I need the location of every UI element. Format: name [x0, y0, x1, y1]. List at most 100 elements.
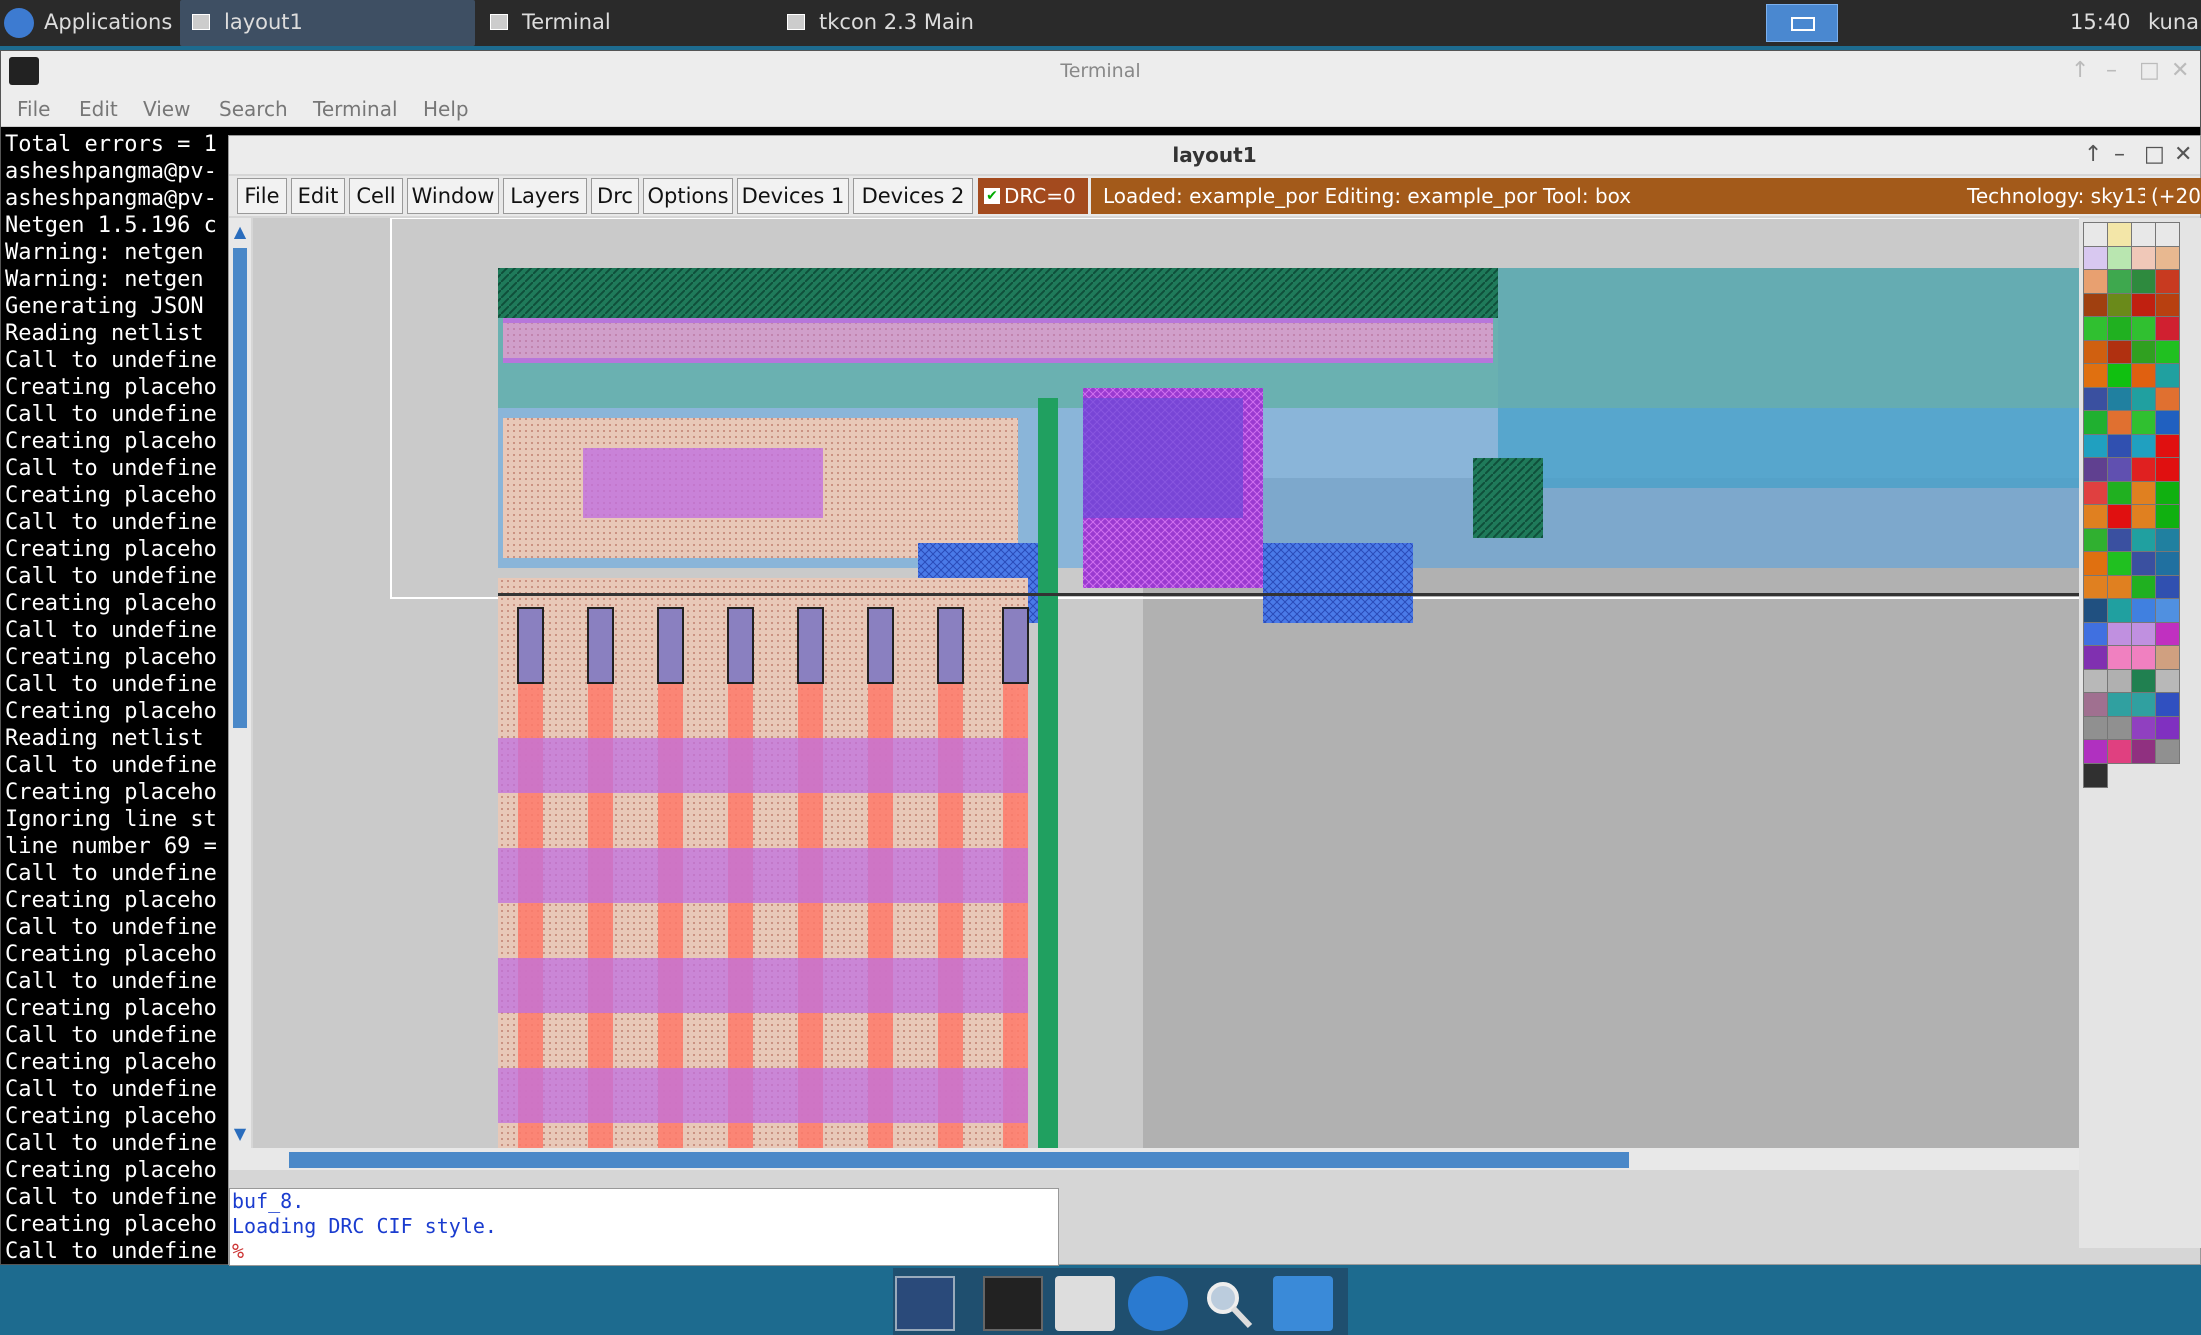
layer-swatch[interactable] — [2083, 457, 2108, 482]
layer-swatch[interactable] — [2131, 574, 2156, 600]
layer-swatch[interactable] — [2083, 433, 2108, 459]
layer-swatch[interactable] — [2083, 269, 2108, 294]
menu-cell[interactable]: Cell — [349, 178, 403, 214]
layer-swatch[interactable] — [2155, 457, 2180, 482]
menu-terminal[interactable]: Terminal — [313, 97, 398, 121]
menu-window[interactable]: Window — [407, 178, 499, 214]
terminal-output[interactable]: Total errors = 1 asheshpangma@pv-asheshpa… — [5, 131, 245, 1261]
layer-swatch[interactable] — [2131, 269, 2156, 294]
layer-swatch[interactable] — [2155, 715, 2180, 741]
layer-swatch[interactable] — [2083, 316, 2108, 341]
layer-swatch[interactable] — [2107, 363, 2132, 388]
layer-swatch[interactable] — [2107, 715, 2132, 741]
user-menu[interactable]: kunal — [2148, 0, 2201, 46]
layer-swatch[interactable] — [2131, 339, 2156, 365]
layer-swatch[interactable] — [2107, 339, 2132, 365]
web-browser-icon[interactable] — [1128, 1276, 1188, 1331]
layer-swatch[interactable] — [2107, 621, 2132, 647]
layer-swatch[interactable] — [2083, 739, 2108, 764]
layer-swatch[interactable] — [2131, 245, 2156, 271]
layer-swatch[interactable] — [2083, 222, 2108, 247]
layer-swatch[interactable] — [2155, 551, 2180, 576]
scroll-thumb[interactable] — [233, 248, 247, 728]
minimize-icon[interactable]: – — [2106, 51, 2117, 91]
layer-swatch[interactable] — [2107, 292, 2132, 318]
minimize-icon[interactable]: – — [2114, 136, 2125, 174]
layer-swatch[interactable] — [2083, 527, 2108, 553]
layer-swatch[interactable] — [2107, 551, 2132, 576]
layer-swatch[interactable] — [2083, 715, 2108, 741]
layer-swatch[interactable] — [2083, 621, 2108, 647]
layer-swatch[interactable] — [2107, 433, 2132, 459]
layer-swatch[interactable] — [2131, 222, 2156, 247]
layer-swatch[interactable] — [2107, 457, 2132, 482]
layer-swatch[interactable] — [2155, 410, 2180, 435]
layer-swatch[interactable] — [2083, 668, 2108, 694]
layer-swatch[interactable] — [2083, 504, 2108, 529]
layer-swatch[interactable] — [2107, 316, 2132, 341]
clock[interactable]: 15:40 — [2070, 0, 2131, 46]
layer-swatch[interactable] — [2131, 715, 2156, 741]
menu-file[interactable]: File — [237, 178, 287, 214]
layer-swatch[interactable] — [2131, 504, 2156, 529]
layer-swatch[interactable] — [2107, 386, 2132, 412]
layer-swatch[interactable] — [2083, 292, 2108, 318]
menu-search[interactable]: Search — [219, 97, 288, 121]
workspace-switcher[interactable] — [1766, 4, 1838, 42]
maximize-icon[interactable]: □ — [2144, 136, 2165, 174]
layer-swatch[interactable] — [2107, 739, 2132, 764]
layer-swatch[interactable] — [2131, 457, 2156, 482]
taskbar-item-terminal[interactable]: Terminal — [478, 0, 768, 46]
menu-view[interactable]: View — [143, 97, 190, 121]
menu-help[interactable]: Help — [423, 97, 469, 121]
layer-swatch[interactable] — [2155, 574, 2180, 600]
layer-swatch[interactable] — [2107, 480, 2132, 506]
layer-swatch[interactable] — [2155, 222, 2180, 247]
layer-swatch[interactable] — [2155, 668, 2180, 694]
menu-drc[interactable]: Drc — [591, 178, 639, 214]
layer-swatch[interactable] — [2107, 527, 2132, 553]
layer-swatch[interactable] — [2131, 410, 2156, 435]
console-prompt[interactable]: % — [232, 1239, 1058, 1264]
layer-swatch[interactable] — [2155, 386, 2180, 412]
layer-swatch[interactable] — [2107, 692, 2132, 717]
taskbar-item-tkcon[interactable]: tkcon 2.3 Main — [775, 0, 1075, 46]
horizontal-scrollbar[interactable] — [229, 1148, 2079, 1170]
layer-swatch[interactable] — [2155, 363, 2180, 388]
layer-swatch[interactable] — [2107, 222, 2132, 247]
show-desktop-icon[interactable] — [895, 1276, 955, 1331]
layer-swatch[interactable] — [2107, 504, 2132, 529]
layer-swatch[interactable] — [2155, 645, 2180, 670]
layer-swatch[interactable] — [2083, 598, 2108, 623]
layer-swatch[interactable] — [2155, 692, 2180, 717]
layer-swatch[interactable] — [2155, 739, 2180, 764]
layer-swatch[interactable] — [2155, 269, 2180, 294]
menu-edit[interactable]: Edit — [79, 97, 118, 121]
layer-swatch[interactable] — [2131, 692, 2156, 717]
layer-swatch[interactable] — [2155, 527, 2180, 553]
layer-swatch[interactable] — [2083, 692, 2108, 717]
layer-swatch[interactable] — [2107, 598, 2132, 623]
layer-swatch[interactable] — [2155, 339, 2180, 365]
home-folder-icon[interactable] — [1055, 1276, 1115, 1331]
taskbar-item-layout1[interactable]: layout1 — [180, 0, 475, 46]
layer-swatch[interactable] — [2083, 386, 2108, 412]
layer-swatch[interactable] — [2155, 621, 2180, 647]
layer-swatch[interactable] — [2083, 574, 2108, 600]
scroll-down-icon[interactable]: ▼ — [231, 1124, 249, 1144]
layer-swatch[interactable] — [2131, 645, 2156, 670]
layer-swatch[interactable] — [2083, 339, 2108, 365]
layer-swatch[interactable] — [2083, 245, 2108, 271]
layer-swatch[interactable] — [2083, 363, 2108, 388]
menu-devices-1[interactable]: Devices 1 — [737, 178, 849, 214]
layer-swatch[interactable] — [2083, 762, 2108, 788]
layer-swatch[interactable] — [2131, 621, 2156, 647]
layer-swatch[interactable] — [2131, 668, 2156, 694]
layer-swatch[interactable] — [2107, 245, 2132, 271]
layer-swatch[interactable] — [2131, 316, 2156, 341]
layer-swatch[interactable] — [2107, 269, 2132, 294]
shade-icon[interactable]: ↑ — [2084, 136, 2102, 174]
shade-icon[interactable]: ↑ — [2071, 51, 2089, 91]
layer-swatch[interactable] — [2155, 316, 2180, 341]
layer-swatch[interactable] — [2131, 480, 2156, 506]
